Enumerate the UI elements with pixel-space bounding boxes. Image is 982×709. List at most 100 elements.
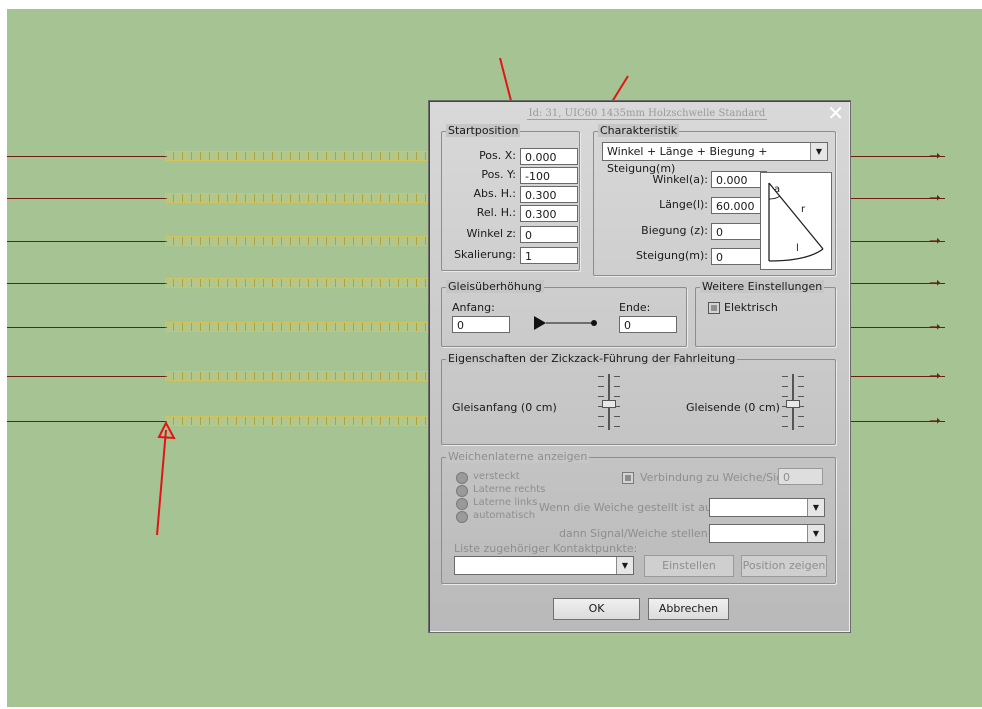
winkel-a-label: Winkel(a): (652, 173, 709, 186)
biegung-z-field[interactable]: 0 (711, 223, 767, 240)
gleisueberhoehung-legend: Gleisüberhöhung (446, 280, 544, 293)
radio-versteckt[interactable] (456, 472, 468, 484)
chevron-down-icon[interactable]: ▼ (807, 499, 824, 516)
track-sleepers (165, 151, 428, 161)
steigung-m-field[interactable]: 0 (711, 248, 767, 265)
gleisanfang-slider-thumb[interactable] (602, 400, 616, 408)
winkel-z-field[interactable]: 0 (520, 226, 578, 243)
dann-select[interactable]: ▼ (709, 524, 825, 543)
rail-line (7, 327, 167, 328)
track-end-arrow-icon: ➝ (929, 368, 941, 384)
charakteristik-group: Charakteristik Winkel + Länge + Biegung … (593, 124, 836, 276)
radio-laterne-rechts-label: Laterne rechts (473, 484, 546, 495)
track-end-arrow-icon: ➝ (929, 190, 941, 206)
laenge-l-label: Länge(l): (659, 198, 708, 211)
chevron-down-icon[interactable]: ▼ (807, 525, 824, 542)
gleisende-label: Gleisende (0 cm) (686, 401, 780, 414)
elektrisch-checkbox[interactable] (708, 302, 720, 314)
chevron-down-icon[interactable]: ▼ (810, 143, 827, 160)
zickzack-legend: Eigenschaften der Zickzack-Führung der F… (446, 352, 738, 365)
gleisanfang-label: Gleisanfang (0 cm) (452, 401, 557, 414)
abs-h-label: Abs. H.: (473, 187, 516, 200)
track-sleepers (165, 416, 428, 426)
radio-laterne-links-label: Laterne links (473, 497, 538, 508)
rail-line (7, 198, 167, 199)
rail-line (7, 376, 167, 377)
verbindung-label: Verbindung zu Weiche/Signal (640, 471, 800, 484)
rel-h-label: Rel. H.: (476, 206, 516, 219)
position-zeigen-button[interactable]: Position zeigen (741, 555, 827, 577)
winkel-z-label: Winkel z: (466, 227, 516, 240)
kontaktpunkte-select[interactable]: ▼ (454, 556, 634, 575)
rail-line (7, 156, 167, 157)
skalierung-field[interactable]: 1 (520, 247, 578, 264)
pos-y-label: Pos. Y: (481, 168, 516, 181)
diagram-label-r: r (801, 204, 806, 215)
abbrechen-button[interactable]: Abbrechen (648, 598, 729, 620)
dialog-title: Id: 31, UIC60 1435mm Holzschwelle Standa… (527, 108, 767, 120)
track-sleepers (165, 371, 428, 381)
anfang-field[interactable]: 0 (452, 316, 510, 333)
gleisende-slider[interactable] (778, 374, 808, 430)
rel-h-field[interactable]: 0.300 (520, 205, 578, 222)
zickzack-group: Eigenschaften der Zickzack-Führung der F… (441, 352, 836, 445)
track-sleepers (165, 236, 428, 246)
weichenlaterne-group: Weichenlaterne anzeigen versteckt Latern… (441, 450, 836, 584)
track-sleepers (165, 322, 428, 332)
ende-label: Ende: (619, 301, 651, 314)
ok-button[interactable]: OK (553, 598, 640, 620)
rail-line (7, 283, 167, 284)
skalierung-label: Skalierung: (454, 248, 516, 261)
ende-field[interactable]: 0 (619, 316, 677, 333)
track-end-arrow-icon: ➝ (929, 148, 941, 164)
gleisanfang-slider[interactable] (594, 374, 624, 430)
abs-h-field[interactable]: 0.300 (520, 186, 578, 203)
startposition-legend: Startposition (446, 124, 521, 137)
track-sleepers (165, 278, 428, 288)
diagram-label-l: l (796, 243, 799, 254)
winkel-a-field[interactable]: 0.000 (711, 171, 767, 188)
elektrisch-label: Elektrisch (724, 301, 778, 314)
verbindung-checkbox[interactable] (622, 472, 634, 484)
wenn-label: Wenn die Weiche gestellt ist auf: (539, 501, 720, 514)
radio-automatisch-label: automatisch (473, 510, 536, 521)
verbindung-field[interactable]: 0 (778, 468, 823, 485)
wenn-select[interactable]: ▼ (709, 498, 825, 517)
track-properties-dialog: Id: 31, UIC60 1435mm Holzschwelle Standa… (428, 100, 851, 633)
radio-laterne-rechts[interactable] (456, 485, 468, 497)
pos-x-label: Pos. X: (479, 149, 516, 162)
track-end-arrow-icon: ➝ (929, 275, 941, 291)
curve-diagram-svg (768, 182, 824, 262)
startposition-group: Startposition Pos. X: 0.000 Pos. Y: -100… (441, 124, 580, 271)
track-end-arrow-icon: ➝ (929, 319, 941, 335)
charakteristik-mode-select[interactable]: Winkel + Länge + Biegung + Steigung(m) ▼ (602, 142, 828, 175)
laenge-l-field[interactable]: 60.000 (711, 197, 767, 214)
weitere-einstellungen-group: Weitere Einstellungen Elektrisch (695, 280, 836, 347)
curve-diagram: a r l (760, 172, 832, 270)
einstellen-button[interactable]: Einstellen (644, 555, 734, 577)
gleisende-slider-thumb[interactable] (786, 400, 800, 408)
weitere-einstellungen-legend: Weitere Einstellungen (700, 280, 825, 293)
steigung-m-label: Steigung(m): (635, 249, 708, 262)
biegung-z-label: Biegung (z): (641, 224, 708, 237)
anfang-label: Anfang: (452, 301, 495, 314)
radio-versteckt-label: versteckt (473, 471, 520, 482)
liste-label: Liste zugehöriger Kontaktpunkte: (454, 542, 638, 555)
radio-laterne-links[interactable] (456, 498, 468, 510)
weichenlaterne-legend: Weichenlaterne anzeigen (446, 450, 590, 463)
rail-line (7, 421, 167, 422)
chevron-down-icon[interactable]: ▼ (616, 557, 633, 574)
track-end-arrow-icon: ➝ (929, 233, 941, 249)
track-sleepers (165, 193, 428, 203)
superelevation-icon (534, 316, 597, 330)
gleisueberhoehung-group: Gleisüberhöhung Anfang: 0 Ende: 0 (441, 280, 687, 347)
rail-line (7, 241, 167, 242)
track-end-arrow-icon: ➝ (929, 413, 941, 429)
dann-label: dann Signal/Weiche stellen auf: (559, 527, 733, 540)
diagram-label-a: a (774, 184, 781, 195)
pos-y-field[interactable]: -100 (520, 167, 578, 184)
close-icon[interactable]: ✕ (827, 101, 844, 125)
charakteristik-legend: Charakteristik (598, 124, 680, 137)
pos-x-field[interactable]: 0.000 (520, 148, 578, 165)
radio-automatisch[interactable] (456, 511, 468, 523)
